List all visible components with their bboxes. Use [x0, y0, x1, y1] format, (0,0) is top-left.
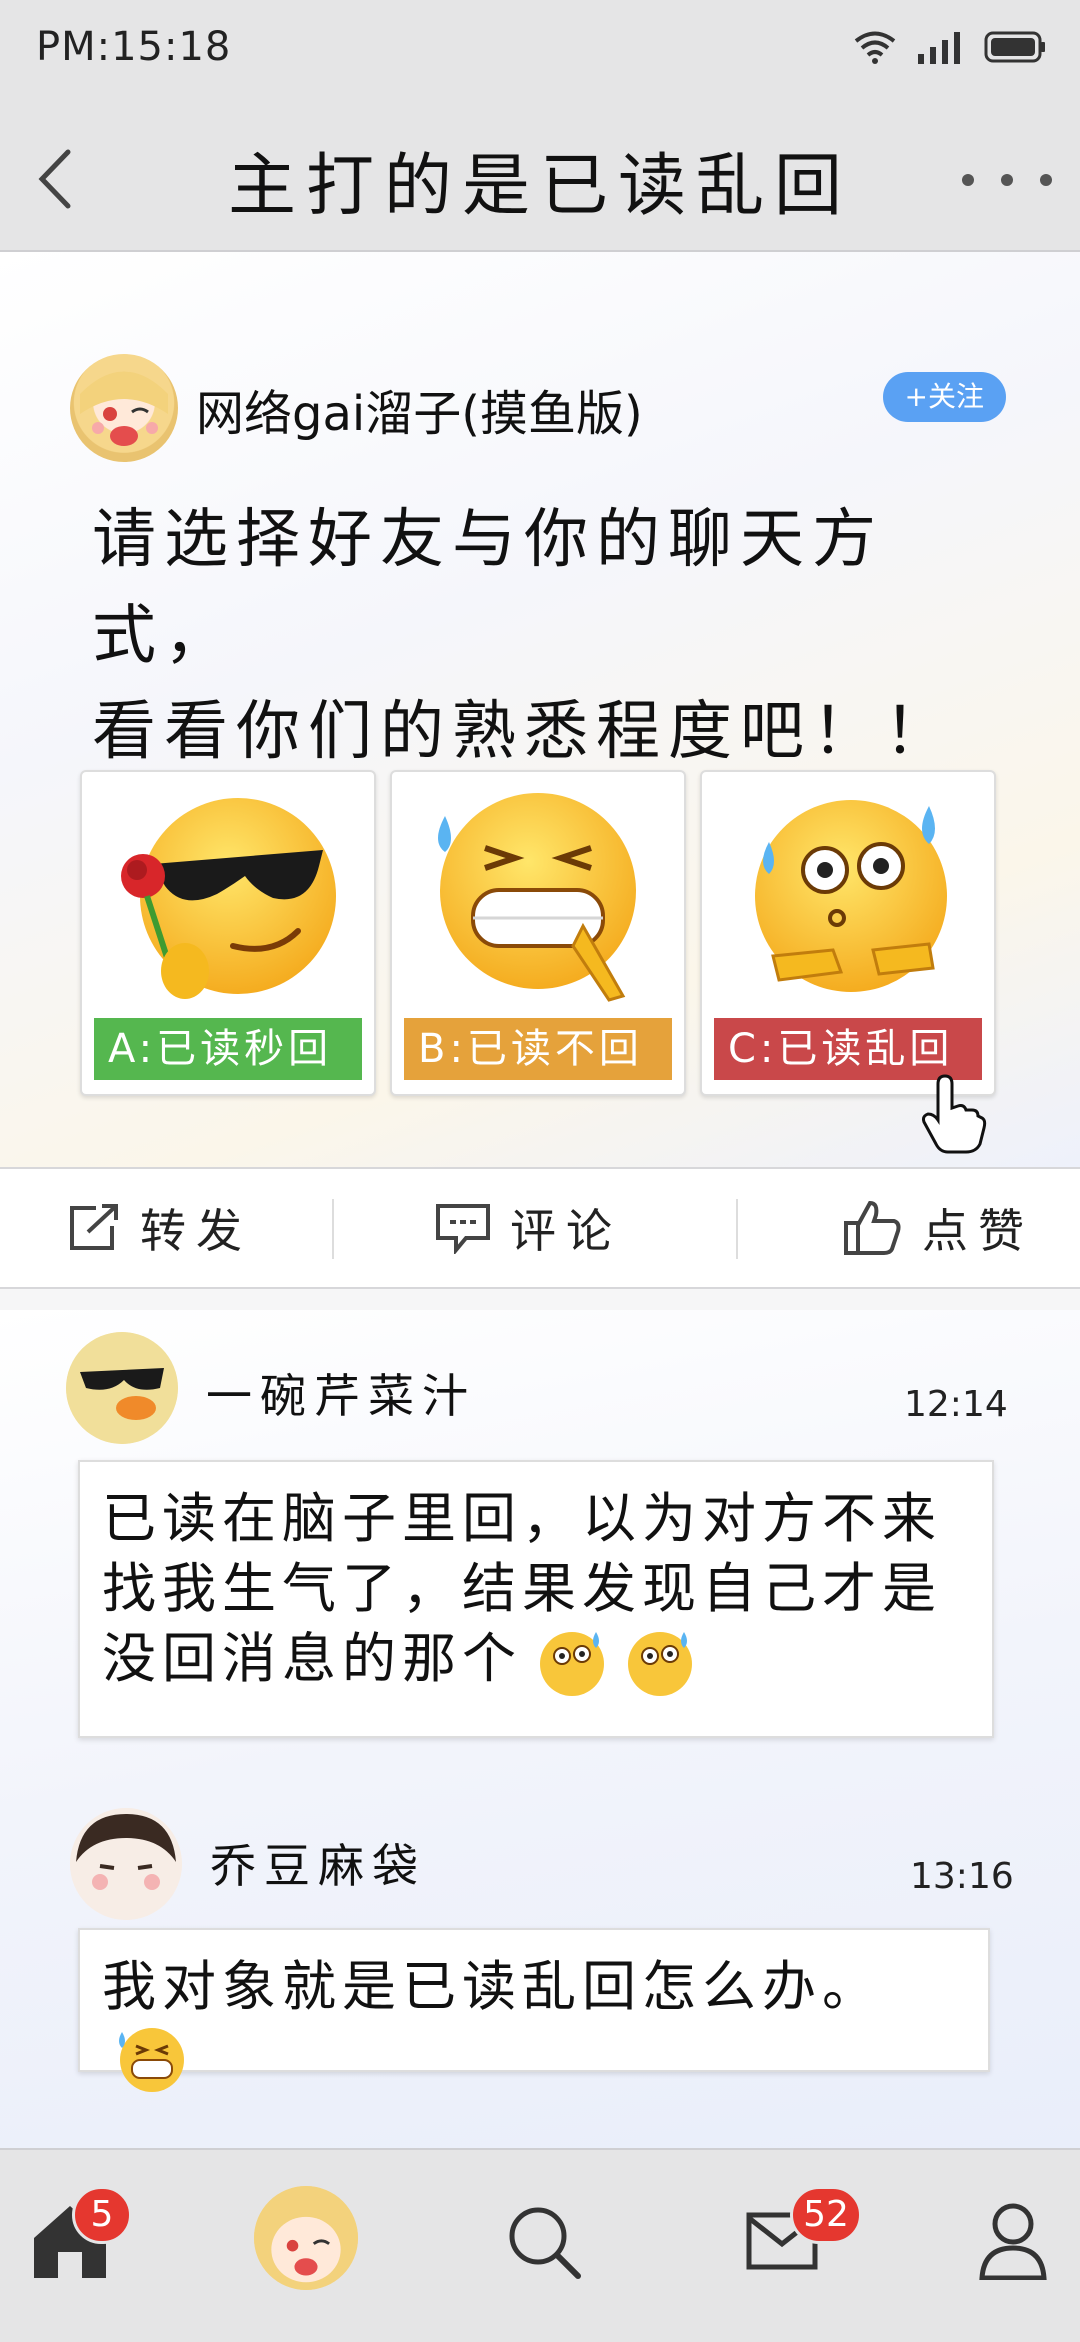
comments-section: 一碗芹菜汁 12:14 已读在脑子里回，以为对方不来找我生气了，结果发现自己才是… [0, 1310, 1080, 2148]
like-button[interactable]: 点赞 [842, 1169, 1034, 1287]
option-b-label: B:已读不回 [404, 1018, 672, 1080]
option-a-card[interactable]: A:已读秒回 [80, 770, 376, 1096]
tab-search[interactable] [490, 2186, 600, 2296]
option-c-label: C:已读乱回 [714, 1018, 982, 1080]
comment-time: 12:14 [904, 1384, 1008, 1425]
hand-cursor-icon [922, 1074, 987, 1154]
comment-time: 13:16 [910, 1856, 1014, 1897]
post-actions: 转发 评论 点赞 [0, 1167, 1080, 1289]
more-options-icon[interactable] [962, 150, 1052, 210]
tab-me[interactable] [972, 2186, 1080, 2296]
post-card: 网络gai溜子(摸鱼版) +关注 请选择好友与你的聊天方式， 看看你们的熟悉程度… [0, 252, 1080, 1167]
author-avatar[interactable] [70, 354, 178, 462]
person-icon [979, 2203, 1047, 2280]
divider [332, 1199, 334, 1259]
comment-text: 我对象就是已读乱回怎么办。 [102, 1955, 882, 2018]
status-icons [854, 30, 1046, 64]
comment-text: 已读在脑子里回，以为对方不来找我生气了，结果发现自己才是没回消息的那个 [102, 1487, 942, 1690]
commenter-avatar[interactable] [70, 1808, 182, 1920]
post-text: 请选择好友与你的聊天方式， 看看你们的熟悉程度吧！！ [92, 492, 1022, 780]
mail-badge: 52 [790, 2186, 862, 2244]
dizzy-sweat-emoji [628, 1632, 692, 1697]
status-bar: PM:15:18 [0, 0, 1080, 110]
battery-icon [984, 31, 1045, 63]
like-label: 点赞 [922, 1204, 1034, 1258]
sunglasses-rose-emoji [121, 798, 336, 999]
tab-messages[interactable]: 52 [740, 2186, 862, 2296]
comment-icon [436, 1204, 490, 1254]
follow-button[interactable]: +关注 [882, 372, 1006, 422]
comment-button[interactable]: 评论 [434, 1169, 622, 1287]
commenter-avatar[interactable] [66, 1332, 178, 1444]
sweat-grin-pray-emoji [119, 2028, 184, 2093]
comment-bubble: 我对象就是已读乱回怎么办。 [78, 1928, 990, 2093]
option-c-card[interactable]: C:已读乱回 [700, 770, 996, 1096]
home-badge: 5 [72, 2186, 132, 2244]
sweat-grin-pray-emoji [438, 793, 636, 1002]
tab-home[interactable]: 5 [24, 2186, 134, 2296]
commenter-name[interactable]: 乔豆麻袋 [210, 1830, 426, 1896]
title-bar: 主打的是已读乱回 [0, 110, 1080, 252]
search-icon [509, 2207, 581, 2279]
poll-options: A:已读秒回 B:已读不回 C:已读乱回 [80, 770, 996, 1096]
share-button[interactable]: 转发 [66, 1169, 252, 1287]
bottom-tab-bar: 5 52 [0, 2148, 1080, 2342]
commenter-name[interactable]: 一碗芹菜汁 [206, 1360, 476, 1426]
signal-icon [918, 32, 960, 64]
post-text-line-2: 看看你们的熟悉程度吧！！ [92, 695, 956, 769]
thumbs-up-icon [844, 1200, 901, 1255]
dizzy-sweat-emoji [540, 1632, 604, 1697]
page-title: 主打的是已读乱回 [227, 147, 852, 226]
tab-profile-avatar[interactable] [254, 2186, 358, 2290]
wifi-icon [854, 31, 896, 64]
author-name[interactable]: 网络gai溜子(摸鱼版) [196, 374, 643, 444]
dizzy-sweat-emoji [755, 800, 947, 992]
comment-label: 评论 [510, 1204, 622, 1258]
divider [736, 1199, 738, 1259]
option-b-card[interactable]: B:已读不回 [390, 770, 686, 1096]
option-a-label: A:已读秒回 [94, 1018, 362, 1080]
share-label: 转发 [140, 1204, 252, 1258]
status-time: PM:15:18 [36, 24, 232, 70]
share-icon [70, 1204, 118, 1250]
comment-bubble: 已读在脑子里回，以为对方不来找我生气了，结果发现自己才是没回消息的那个 [78, 1460, 994, 1738]
post-text-line-1: 请选择好友与你的聊天方式， [92, 503, 884, 673]
